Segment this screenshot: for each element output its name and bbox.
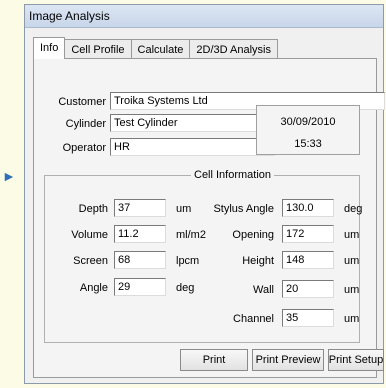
tab-info[interactable]: Info: [33, 37, 66, 59]
channel-field[interactable]: 35: [282, 309, 334, 327]
tab-2d-3d-analysis[interactable]: 2D/3D Analysis: [189, 39, 278, 59]
screen-field[interactable]: 68: [114, 251, 166, 269]
volume-label: Volume: [71, 229, 108, 241]
height-field[interactable]: 148: [282, 251, 334, 269]
angle-field[interactable]: 29: [114, 278, 166, 296]
angle-unit: deg: [176, 282, 195, 294]
stylus-angle-unit: deg: [344, 203, 363, 215]
angle-label: Angle: [79, 282, 108, 294]
tab-cell-profile[interactable]: Cell Profile: [64, 39, 132, 59]
stylus-angle-field[interactable]: 130.0: [282, 199, 334, 217]
window-title: Image Analysis: [29, 9, 110, 23]
wall-label: Wall: [253, 284, 274, 296]
cylinder-field[interactable]: Test Cylinder: [110, 114, 275, 132]
depth-field[interactable]: 37: [114, 199, 166, 217]
datetime-box: 30/09/2010 15:33: [256, 105, 360, 155]
depth-unit: um: [176, 203, 192, 215]
customer-label: Customer: [58, 96, 106, 108]
title-bar: Image Analysis: [25, 5, 383, 28]
screen-unit: lpcm: [176, 255, 200, 267]
expand-arrow-icon: ►: [2, 168, 16, 184]
date-value: 30/09/2010: [280, 116, 336, 128]
operator-field[interactable]: HR: [110, 138, 275, 156]
channel-label: Channel: [233, 313, 274, 325]
channel-unit: um: [344, 313, 360, 325]
height-unit: um: [344, 255, 360, 267]
height-label: Height: [242, 255, 274, 267]
wall-unit: um: [344, 284, 360, 296]
print-preview-button[interactable]: Print Preview: [252, 349, 324, 371]
opening-unit: um: [344, 229, 360, 241]
volume-field[interactable]: 11.2: [114, 225, 166, 243]
cylinder-label: Cylinder: [65, 118, 106, 130]
cell-information-title: Cell Information: [191, 169, 275, 181]
operator-label: Operator: [62, 142, 106, 154]
tab-calculate[interactable]: Calculate: [130, 39, 191, 59]
opening-field[interactable]: 172: [282, 225, 334, 243]
tab-bar: Info Cell Profile Calculate 2D/3D Analys…: [33, 37, 278, 59]
screen-label: Screen: [73, 255, 108, 267]
time-value: 15:33: [294, 138, 322, 150]
depth-label: Depth: [78, 203, 108, 215]
opening-label: Opening: [232, 229, 274, 241]
stylus-angle-label: Stylus Angle: [213, 203, 274, 215]
print-button[interactable]: Print: [180, 349, 248, 371]
print-setup-button[interactable]: Print Setup: [328, 349, 384, 371]
wall-field[interactable]: 20: [282, 280, 334, 298]
